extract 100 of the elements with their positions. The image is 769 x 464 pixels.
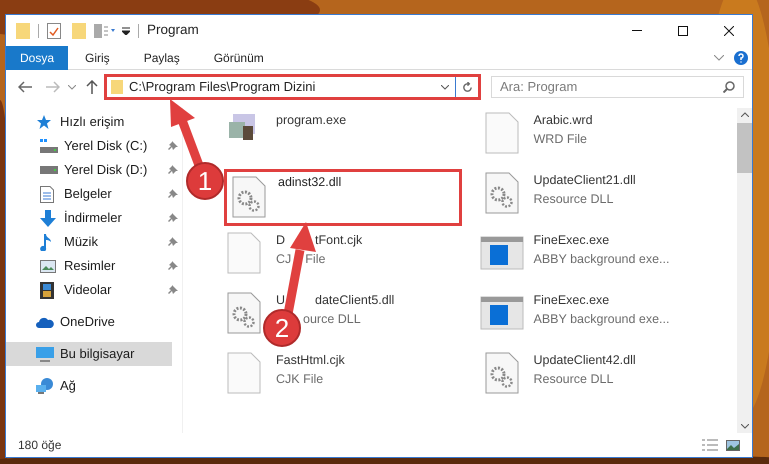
chevron-down-icon[interactable] bbox=[714, 54, 724, 60]
pin-icon[interactable] bbox=[168, 285, 178, 295]
file-name: Arabic.wrd bbox=[534, 112, 593, 129]
file-name: D bbox=[276, 232, 286, 249]
pin-icon[interactable] bbox=[168, 141, 178, 151]
scroll-thumb[interactable] bbox=[737, 123, 752, 173]
file-name: FineExec.exe bbox=[534, 232, 610, 249]
details-view-icon[interactable] bbox=[702, 439, 718, 451]
cloud-icon bbox=[36, 316, 54, 328]
sidebar-label: Bu bilgisayar bbox=[60, 345, 136, 364]
file-type: CJK File bbox=[276, 370, 324, 388]
sidebar-item[interactable]: Yerel Disk (C:) bbox=[6, 134, 182, 158]
file-type: File bbox=[305, 250, 326, 268]
scrollbar[interactable] bbox=[737, 108, 752, 433]
file-tile[interactable]: adinst32.dll bbox=[224, 169, 462, 226]
scroll-down-icon[interactable] bbox=[740, 424, 748, 429]
monitor-icon bbox=[36, 346, 54, 362]
sidebar-item[interactable]: Belgeler bbox=[6, 182, 182, 206]
maximize-icon bbox=[678, 26, 688, 36]
pin-icon[interactable] bbox=[168, 165, 178, 175]
window-title: Program bbox=[147, 21, 199, 40]
sidebar-label: Hızlı erişim bbox=[60, 113, 126, 132]
file-name: tFont.cjk bbox=[315, 232, 362, 249]
search-icon bbox=[723, 81, 735, 93]
down-arrow-icon bbox=[40, 210, 56, 226]
pin-icon[interactable] bbox=[168, 189, 178, 199]
file-name: UpdateClient21.dll bbox=[534, 172, 636, 189]
ribbon-tab[interactable]: Paylaş bbox=[126, 46, 197, 70]
file-name: FineExec.exe bbox=[534, 292, 610, 309]
chevron-down-icon[interactable] bbox=[441, 84, 449, 90]
file-type: Resource DLL bbox=[534, 370, 614, 388]
drive-icon bbox=[40, 166, 58, 174]
gears-file-icon bbox=[484, 352, 518, 394]
file-type: CJ bbox=[276, 250, 292, 268]
file-type: Resource DLL bbox=[534, 190, 614, 208]
chevron-down-icon[interactable] bbox=[68, 84, 76, 90]
tiles-view-icon[interactable] bbox=[726, 440, 740, 450]
pin-icon[interactable] bbox=[168, 213, 178, 223]
sidebar-item[interactable]: Müzik bbox=[6, 230, 182, 254]
blank-file-icon bbox=[484, 112, 518, 154]
file-type: ABBY background exe... bbox=[534, 250, 670, 268]
document-icon bbox=[40, 186, 54, 202]
back-arrow-icon[interactable] bbox=[18, 81, 32, 93]
drive-icon bbox=[40, 139, 58, 153]
file-name: adinst32.dll bbox=[278, 174, 342, 191]
file-name: program.exe bbox=[276, 112, 346, 129]
sidebar-label: Videolar bbox=[64, 281, 112, 300]
sidebar-label: Yerel Disk (D:) bbox=[64, 161, 148, 180]
checklist-icon[interactable] bbox=[47, 22, 61, 38]
pin-icon[interactable] bbox=[168, 237, 178, 247]
ribbon-tab[interactable]: Görünüm bbox=[196, 46, 281, 70]
dropdown-icon[interactable] bbox=[122, 26, 130, 34]
refresh-icon bbox=[462, 82, 472, 92]
music-note-icon bbox=[40, 234, 52, 250]
address-path: C:\Program Files\Program Dizini bbox=[129, 78, 316, 96]
file-name: dateClient5.dll bbox=[315, 292, 394, 309]
help-icon[interactable] bbox=[734, 50, 748, 64]
sidebar-item[interactable]: Videolar bbox=[6, 278, 182, 302]
sidebar-item[interactable]: Resimler bbox=[6, 254, 182, 278]
picture-icon bbox=[40, 260, 56, 272]
sidebar-item[interactable]: Bu bilgisayar bbox=[6, 342, 172, 366]
sidebar-label: Resimler bbox=[64, 257, 116, 276]
sidebar-item[interactable]: Hızlı erişim bbox=[6, 110, 172, 134]
network-icon bbox=[36, 378, 54, 394]
file-type: WRD File bbox=[534, 130, 587, 148]
window-app-icon bbox=[480, 296, 524, 330]
file-type: ource DLL bbox=[303, 310, 361, 328]
sidebar-label: Ağ bbox=[60, 377, 77, 396]
sidebar-item[interactable]: Ağ bbox=[6, 374, 172, 398]
scroll-up-icon[interactable] bbox=[740, 112, 748, 117]
search-input[interactable]: Ara: Program bbox=[500, 77, 723, 97]
address-field[interactable]: C:\Program Files\Program Dizini bbox=[104, 74, 481, 100]
search-field[interactable]: Ara: Program bbox=[491, 76, 744, 98]
blank-file-icon bbox=[227, 352, 261, 394]
file-type: ABBY background exe... bbox=[534, 310, 670, 328]
file-name: FastHtml.cjk bbox=[276, 352, 345, 369]
window-app-icon bbox=[480, 236, 524, 270]
sidebar-item[interactable]: İndirmeler bbox=[6, 206, 182, 230]
ribbon-tab[interactable]: Giriş bbox=[68, 46, 127, 70]
blank-file-icon bbox=[227, 232, 261, 274]
status-count: 180 öğe bbox=[18, 437, 62, 454]
up-arrow-icon[interactable] bbox=[86, 80, 98, 94]
sidebar-label: İndirmeler bbox=[64, 209, 123, 228]
gears-file-icon bbox=[484, 172, 518, 214]
ribbon-tab[interactable]: Dosya bbox=[6, 46, 68, 70]
sidebar-label: Yerel Disk (C:) bbox=[64, 137, 148, 156]
sidebar-item[interactable]: OneDrive bbox=[6, 310, 172, 334]
star-icon bbox=[36, 114, 52, 130]
minimize-icon bbox=[632, 30, 642, 31]
sidebar-label: Belgeler bbox=[64, 185, 113, 204]
forward-arrow-icon[interactable] bbox=[46, 81, 60, 93]
folder-icon bbox=[111, 80, 123, 94]
film-icon bbox=[40, 282, 54, 298]
close-icon bbox=[724, 26, 734, 36]
sidebar-label: OneDrive bbox=[60, 313, 116, 332]
sidebar-item[interactable]: Yerel Disk (D:) bbox=[6, 158, 182, 182]
gears-file-icon bbox=[227, 292, 261, 334]
pin-icon[interactable] bbox=[168, 261, 178, 271]
gears-file-icon bbox=[232, 176, 266, 218]
file-name: U bbox=[276, 292, 286, 309]
